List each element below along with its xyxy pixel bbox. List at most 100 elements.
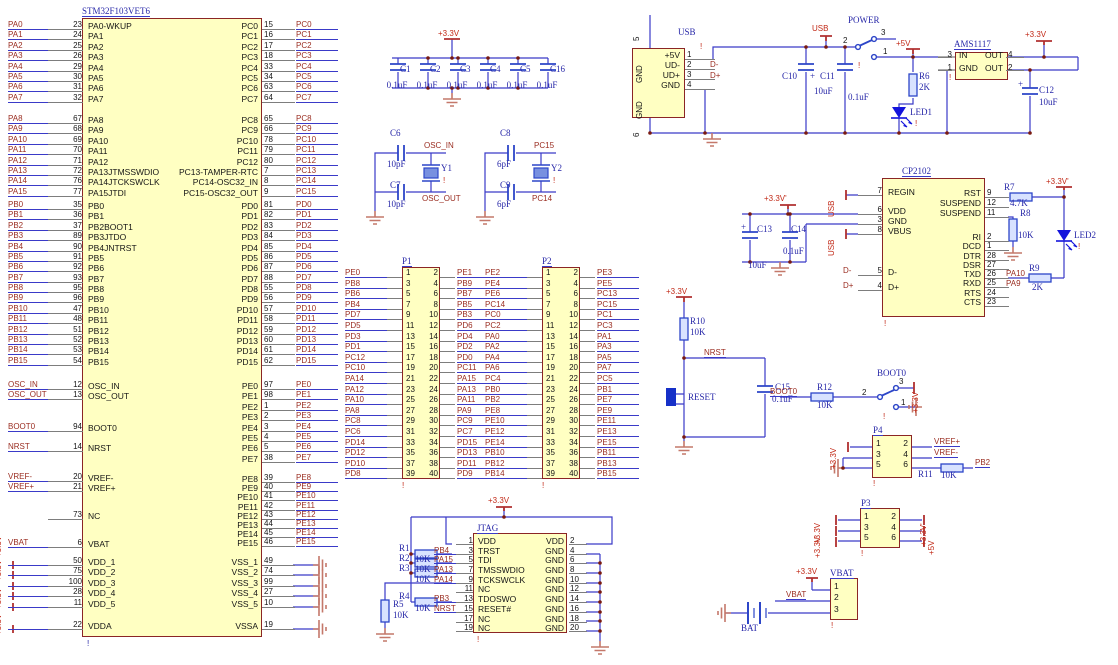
pin-number: 1 [262,401,295,411]
pin-net: PD15 [296,356,338,366]
net-label-v33: +3.3V [666,287,687,296]
pin-number: 17 [456,614,473,623]
pin-net: PE5 [296,432,338,442]
ic-pin-group: PC865PC8PC966PC9PC1078PC10PC1179PC11PC12… [100,114,350,197]
pin-number: 89 [48,231,83,241]
pin-number: 77 [48,187,83,197]
pin-row: PB656PB7 [345,289,505,300]
pin-net: PD14 [296,345,338,355]
pin-number: 23 [406,385,420,394]
pin-row: PB143940PB15 [485,469,645,480]
pin-net: PE4 [296,422,338,432]
net-label-v33p: +3.3V' [1046,177,1069,186]
pin-name: PC15-OSC32_OUT [100,188,258,198]
net-label-dminus: D- [710,60,718,69]
pin-net: PE4 [485,279,527,289]
pin-number: 19 [406,363,420,372]
value-label: 6pF [497,160,511,169]
value-label: 0.1uF [502,80,532,90]
pin-net: BOOT0 [8,422,50,432]
pin-row: PC318PC3 [100,51,350,61]
pin-net: PA14 [345,374,387,384]
net-label-dplus: D+ [710,71,720,80]
pin-row: PB103536PB11 [485,448,645,459]
pin-name: SUSPEND [900,208,981,218]
regulator-rows: 3INOUT41GNDOUT2 [955,50,1025,76]
pin-number: 8 [858,225,882,235]
pin-number: 26 [564,395,578,404]
pin-net: PB11 [8,314,50,324]
pin-number: 23 [546,385,560,394]
pin-net: PE10 [485,416,527,426]
pin-net: PD9 [296,293,338,303]
pin-number: 52 [48,335,83,345]
pin-row: PC1078PC10 [100,135,350,145]
ref-label: C7 [390,181,401,190]
pin-number: 100 [48,577,83,587]
vbat-rows: 123 [830,581,858,615]
pin-number: 14 [48,442,83,452]
pin-number: 17 [262,41,295,51]
net-label-usb-rot: USB [827,240,836,256]
reset-button-icon[interactable] [666,388,676,406]
pin-net: PE15 [597,438,639,448]
pin-net: PA15 [8,187,50,197]
pin-row: PD31314PD4 [345,332,505,343]
pin-number: 92 [48,262,83,272]
pin-number: 87 [262,262,295,272]
pin-net [434,623,458,631]
pin-net: PC3 [597,321,639,331]
pin-number: 84 [262,231,295,241]
value-label: 10K [393,611,409,620]
pin-row: SUSPEND11 [900,208,1030,218]
pin-net: PC1 [597,310,639,320]
pin-number: 35 [406,448,420,457]
jtag-title: JTAG [477,524,498,534]
pin-net: PC6 [296,82,338,92]
pin-net [434,614,458,622]
pin-number: 7 [406,300,420,309]
pin-net: PE7 [296,453,338,463]
pin-number: 4 [564,279,578,288]
value-label: 2K [1032,283,1043,292]
pin-row: PE198PE1 [100,390,350,400]
pin-net: PB0 [485,385,527,395]
pin-number: 2 [898,438,908,448]
pin-number: 5 [546,289,560,298]
pin-number: 5 [864,532,869,542]
ic-pin-group: PE839PE8PE940PE9PE1041PE10PE1142PE11PE12… [100,473,350,547]
pin-net: PE5 [597,279,639,289]
pin-number: 2 [424,268,438,277]
pin-net: PE11 [597,416,639,426]
pin-number: 4 [685,80,715,90]
net-label-pa10: PA10 [1006,269,1025,278]
net-label-v33-rot: +3.3V [829,448,838,469]
pin-name: RESET# [478,604,511,612]
pin-number: 3 [938,50,952,58]
value-label: 2K [919,83,930,92]
pin-number: 8 [564,300,578,309]
pin-name: PE15 [100,538,258,548]
pin-net: PA3 [597,342,639,352]
pin-row: PC13-TAMPER-RTC7PC13 [100,166,350,176]
ref-label: C16 [544,64,574,74]
header-p3-title: P3 [861,499,871,509]
pin-number: 5 [632,37,641,41]
pin-net [296,620,338,629]
pin-net: PB12 [8,325,50,335]
battery-icon [748,602,766,624]
pin-row: PD7910PB3 [345,310,505,321]
pin-number: 2 [834,592,839,602]
pin-number: 25 [546,395,560,404]
pin-net: PC0 [296,20,338,30]
pin-row: PE123132PE13 [485,427,645,438]
pin-number: 62 [262,356,295,366]
net-label-oscout: OSC_OUT [422,194,461,203]
pin-net: PE0 [345,268,387,278]
pin-net: PE0 [296,380,338,390]
pin-row: PA82728PA9 [345,406,505,417]
pin-number: 12 [569,584,587,593]
pin-number: 50 [48,556,83,566]
pin-row: PC116PC1 [100,30,350,40]
pin-name: NC [478,614,490,622]
